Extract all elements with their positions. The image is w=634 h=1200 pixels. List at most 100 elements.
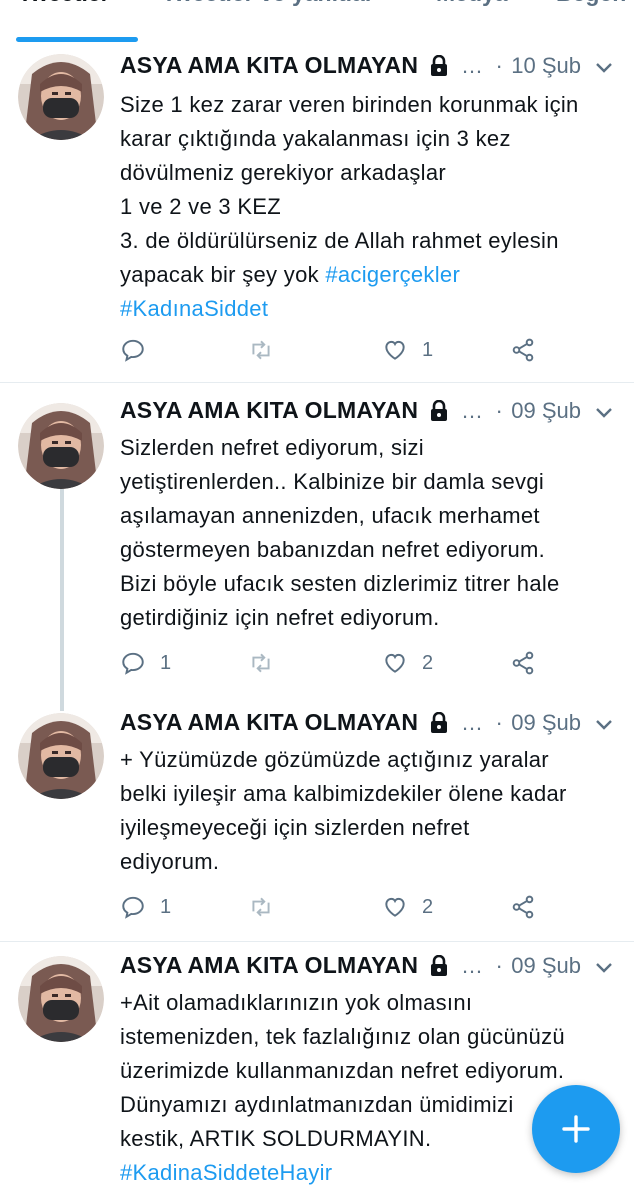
tweet-text: Size 1 kez zarar veren birinden korunmak… [120, 88, 626, 326]
tweet-line: + Yüzümüzde gözümüzde açtığınız yaralar [120, 747, 549, 772]
tab-tweets[interactable]: Tweetler [18, 0, 110, 14]
hashtag-link[interactable]: #acigerçekler [325, 262, 460, 287]
retweet-button[interactable] [248, 334, 274, 366]
tweet-line: Bizi böyle ufacık sesten dizlerimiz titr… [120, 571, 560, 596]
tweet-line: 3. de öldürülürseniz de Allah rahmet eyl… [120, 228, 559, 253]
tweet[interactable]: ASYA AMA KITA OLMAYAN … · 09 Şub Sizlerd… [0, 383, 634, 693]
tweet-line: aşılamayan annenizden, ufacık merhamet [120, 503, 540, 528]
tweet-line: Sizlerden nefret ediyorum, sizi [120, 435, 424, 460]
retweet-icon [252, 340, 270, 360]
reply-icon [122, 896, 144, 919]
compose-tweet-button[interactable] [532, 1085, 620, 1173]
tweet-header: ASYA AMA KITA OLMAYAN … · 09 Şub [120, 952, 625, 984]
dot-separator: · [495, 52, 503, 78]
tweet-line: karar çıktığında yakalanması için 3 kez [120, 126, 511, 151]
tweet-text: Sizlerden nefret ediyorum, sizi yetiştir… [120, 431, 626, 635]
lock-icon [429, 954, 449, 977]
reply-button[interactable]: 1 [120, 891, 171, 923]
tweet-line: yapacak bir şey yok [120, 262, 319, 287]
reply-button[interactable] [120, 334, 146, 366]
tweet-line: dövülmeniz gerekiyor arkadaşlar [120, 160, 447, 185]
more-options-icon[interactable] [593, 52, 615, 84]
tweet-line: +Ait olamadıklarınızın yok olmasını [120, 990, 473, 1015]
reply-button[interactable]: 1 [120, 647, 171, 679]
reply-icon [122, 652, 144, 675]
dot-separator: · [495, 397, 503, 423]
author-name[interactable]: ASYA AMA KITA OLMAYAN [120, 709, 418, 736]
tweet-line: ediyorum. [120, 849, 220, 874]
tweet-text: + Yüzümüzde gözümüzde açtığınız yaralar … [120, 743, 626, 879]
tweet-line-with-hashtag: yapacak bir şey yok #acigerçekler [120, 258, 626, 292]
like-count: 2 [422, 895, 434, 918]
reply-icon [122, 339, 144, 362]
author-name[interactable]: ASYA AMA KITA OLMAYAN [120, 397, 418, 424]
tab-tweets-and-replies[interactable]: Tweetler ve yanıtlar [162, 0, 374, 14]
tweet-header: ASYA AMA KITA OLMAYAN … · 09 Şub [120, 397, 625, 429]
lock-icon [429, 399, 449, 422]
more-options-icon[interactable] [593, 397, 615, 429]
handle-ellipsis: … [461, 397, 484, 423]
share-button[interactable] [510, 334, 536, 366]
more-options-icon[interactable] [593, 709, 615, 741]
tweet-line: belki iyileşir ama kalbimizdekiler ölene… [120, 781, 567, 806]
tweet-line: iyileşmeyeceği için sizlerden nefret [120, 815, 470, 840]
tweet-date[interactable]: 09 Şub [511, 953, 581, 979]
lock-icon [429, 54, 449, 77]
author-name[interactable]: ASYA AMA KITA OLMAYAN [120, 52, 418, 79]
tweet-line: getirdiğiniz için nefret ediyorum. [120, 605, 440, 630]
tweet-actions: 1 2 [120, 647, 600, 679]
share-icon [512, 338, 534, 362]
retweet-button[interactable] [248, 891, 274, 923]
tweet-header: ASYA AMA KITA OLMAYAN … · 10 Şub [120, 52, 625, 84]
handle-ellipsis: … [461, 52, 484, 78]
like-count: 1 [422, 338, 434, 361]
lock-icon [429, 711, 449, 734]
tweet-line: göstermeyen babanızdan nefret ediyorum. [120, 537, 546, 562]
like-button[interactable]: 2 [382, 647, 433, 679]
like-button[interactable]: 1 [382, 334, 433, 366]
plus-icon [562, 1115, 590, 1143]
tweet-actions: 1 2 [120, 891, 600, 923]
share-icon [512, 651, 534, 675]
tweet-line: üzerimizde kullanmanızdan nefret ediyoru… [120, 1058, 565, 1083]
reply-count: 1 [160, 651, 172, 674]
tweet-date[interactable]: 09 Şub [511, 398, 581, 424]
heart-icon [385, 653, 405, 673]
tab-media[interactable]: Medya [436, 0, 508, 14]
author-name[interactable]: ASYA AMA KITA OLMAYAN [120, 952, 418, 979]
like-button[interactable]: 2 [382, 891, 433, 923]
avatar[interactable] [18, 403, 104, 489]
avatar[interactable] [18, 713, 104, 799]
share-icon [512, 895, 534, 919]
handle-ellipsis: … [461, 709, 484, 735]
tweet-line: yetiştirenlerden.. Kalbinize bir damla s… [120, 469, 545, 494]
dot-separator: · [495, 952, 503, 978]
thread-line [60, 693, 64, 711]
retweet-icon [252, 897, 270, 917]
heart-icon [385, 897, 405, 917]
reply-count: 1 [160, 895, 172, 918]
share-button[interactable] [510, 647, 536, 679]
tab-likes[interactable]: Beğen [556, 0, 626, 14]
avatar[interactable] [18, 956, 104, 1042]
thread-line [60, 487, 64, 693]
hashtag-link[interactable]: #KadınaSiddet [120, 292, 626, 326]
avatar[interactable] [18, 54, 104, 140]
more-options-icon[interactable] [593, 952, 615, 984]
tweet-actions: 1 [120, 334, 600, 366]
share-button[interactable] [510, 891, 536, 923]
heart-icon [385, 340, 405, 360]
tweet[interactable]: ASYA AMA KITA OLMAYAN … · 10 Şub Size 1 … [0, 42, 634, 383]
tweet-line: istemenizden, tek fazlalığınız olan gücü… [120, 1024, 565, 1049]
retweet-button[interactable] [248, 647, 274, 679]
profile-tabs: Tweetler Tweetler ve yanıtlar Medya Beğe… [0, 0, 634, 43]
tweet[interactable]: ASYA AMA KITA OLMAYAN … · 09 Şub + Yüzüm… [0, 693, 634, 942]
tweet-line: Size 1 kez zarar veren birinden korunmak… [120, 92, 579, 117]
tweet[interactable]: ASYA AMA KITA OLMAYAN … · 09 Şub +Ait ol… [0, 942, 634, 1200]
handle-ellipsis: … [461, 952, 484, 978]
tweet-date[interactable]: 09 Şub [511, 710, 581, 736]
tweet-date[interactable]: 10 Şub [511, 53, 581, 79]
like-count: 2 [422, 651, 434, 674]
dot-separator: · [495, 709, 503, 735]
retweet-icon [252, 653, 270, 673]
